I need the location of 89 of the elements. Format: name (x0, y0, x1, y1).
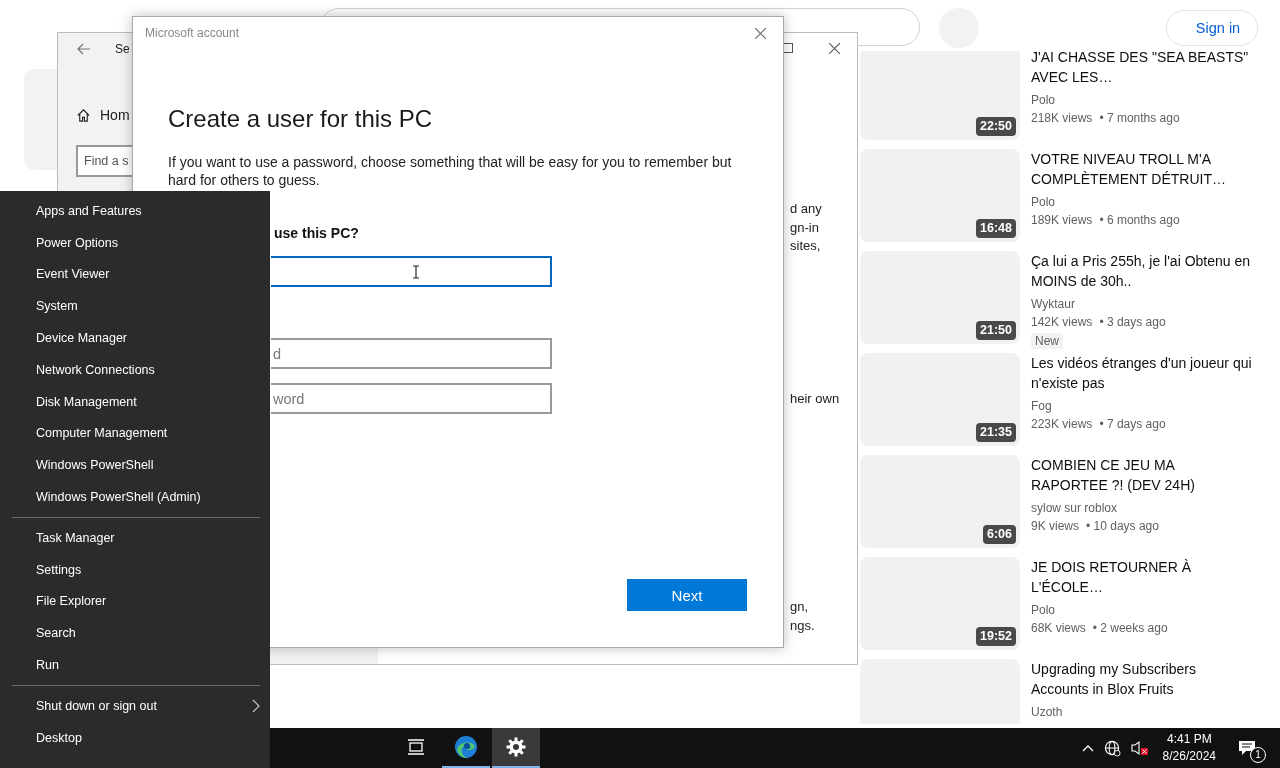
upload-age: • 7 months ago (1099, 110, 1180, 127)
next-button[interactable]: Next (627, 579, 747, 611)
view-count: 189K views (1031, 212, 1093, 229)
menu-item[interactable]: Shut down or sign out (0, 689, 270, 722)
menu-item[interactable]: Computer Management (0, 417, 270, 450)
browser-icon (454, 735, 478, 759)
duration-label: 21:35 (976, 423, 1016, 442)
menu-item[interactable]: System (0, 290, 270, 323)
field-label: use this PC? (273, 224, 360, 243)
menu-item[interactable]: Task Manager (0, 521, 270, 554)
channel-name[interactable]: Uzoth (1031, 703, 1063, 721)
menu-item[interactable]: Device Manager (0, 322, 270, 354)
video-thumbnail[interactable]: 6:06 (860, 455, 1020, 548)
video-title[interactable]: COMBIEN CE JEU MA RAPORTEE ?! (DEV 24H) (1031, 455, 1253, 495)
video-thumbnail[interactable]: 21:50 (860, 251, 1020, 344)
video-thumbnail[interactable]: 21:35 (860, 353, 1020, 446)
video-title[interactable]: JE DOIS RETOURNER À L'ÉCOLE… (1031, 557, 1253, 597)
new-tag: New (1031, 333, 1063, 349)
upload-age: • 2 weeks ago (1092, 620, 1168, 637)
close-icon[interactable] (755, 27, 766, 39)
upload-age: • 10 days ago (1086, 518, 1159, 535)
task-view-icon (407, 739, 425, 755)
menu-item[interactable]: Search (0, 617, 270, 650)
upload-age: • 6 months ago (1099, 212, 1180, 229)
menu-item[interactable]: Event Viewer (0, 258, 270, 291)
back-arrow-icon[interactable] (77, 43, 91, 55)
channel-name[interactable]: Wyktaur (1031, 295, 1075, 313)
view-count: 142K views (1031, 314, 1093, 331)
view-count: 68K views (1031, 620, 1086, 637)
notification-icon[interactable] (1238, 740, 1256, 756)
description-text: heir own (790, 389, 840, 408)
menu-item[interactable]: Power Options (0, 226, 270, 259)
globe-icon[interactable] (1103, 739, 1121, 757)
menu-item[interactable]: Network Connections (0, 354, 270, 386)
channel-name[interactable]: Polo (1031, 193, 1056, 211)
gear-icon (506, 737, 526, 757)
description-text: gn-in (790, 218, 820, 237)
menu-item[interactable]: Desktop (0, 721, 270, 754)
video-title[interactable]: VOTRE NIVEAU TROLL M'A COMPLÈTEMENT DÉTRUIT… (1031, 149, 1253, 189)
video-title[interactable]: J'AI CHASSE DES "SEA BEASTS" AVEC LES… (1031, 47, 1253, 87)
menu-item[interactable]: Settings (0, 553, 270, 586)
duration-label: 21:50 (976, 321, 1016, 340)
description-text: d any (790, 200, 823, 218)
input-field[interactable]: d (271, 338, 552, 369)
menu-item[interactable]: Apps and Features (0, 195, 270, 227)
close-icon[interactable] (829, 43, 840, 54)
clock-time[interactable]: 4:41 PM (1166, 731, 1212, 748)
dialog-heading: Create a user for this PC (168, 104, 434, 134)
menu-item[interactable]: Windows PowerShell (Admin) (0, 481, 270, 513)
video-title[interactable]: Ça lui a Pris 255h, je l'ai Obtenu en MOINS de 30h.. (1031, 251, 1253, 291)
menu-item[interactable]: Disk Management (0, 385, 270, 418)
search-field[interactable]: Find a s (76, 145, 133, 177)
settings-taskbar-button[interactable] (492, 728, 540, 768)
channel-name[interactable]: Polo (1031, 91, 1056, 109)
muted-speaker-icon[interactable] (1130, 740, 1149, 756)
menu-item[interactable]: Windows PowerShell (0, 449, 270, 482)
menu-item[interactable]: File Explorer (0, 585, 270, 618)
description-text: ngs. (790, 616, 816, 635)
description-text: gn, (790, 598, 810, 616)
video-title[interactable]: Upgrading my Subscribers Accounts in Blox Fruits (1031, 659, 1253, 699)
instruction-text: If you want to use a password, choose something that will be easy for you to remember but hard for others to guess. (168, 153, 733, 189)
duration-label: 16:48 (976, 219, 1016, 238)
duration-label: 6:06 (982, 525, 1016, 544)
input-field[interactable]: word (271, 383, 552, 414)
upload-age: • 3 days ago (1099, 314, 1166, 331)
home-icon[interactable] (76, 107, 91, 123)
duration-label: 19:52 (976, 627, 1016, 646)
upload-age: • 7 days ago (1099, 416, 1166, 433)
dialog-title: Microsoft account (145, 26, 240, 40)
view-count: 218K views (1031, 110, 1093, 127)
notification-count: 1 (1250, 747, 1266, 763)
video-thumbnail[interactable]: 19:52 (860, 557, 1020, 650)
sign-in-button[interactable]: Sign in (1166, 10, 1258, 46)
view-count: 223K views (1031, 416, 1093, 433)
channel-name[interactable]: Fog (1031, 397, 1052, 415)
home-link[interactable]: Hom (100, 107, 130, 123)
menu-item[interactable]: Run (0, 649, 270, 681)
description-text: sites, (790, 237, 822, 255)
input-field[interactable] (271, 256, 552, 287)
channel-name[interactable]: sylow sur roblox (1031, 499, 1118, 517)
text-cursor-icon (412, 265, 420, 279)
chevron-up-icon[interactable] (1081, 744, 1094, 752)
video-thumbnail[interactable]: 16:48 (860, 149, 1020, 242)
duration-label: 22:50 (976, 117, 1016, 136)
channel-name[interactable]: Polo (1031, 601, 1056, 619)
window-title: Se (115, 42, 130, 56)
video-title[interactable]: Les vidéos étranges d'un joueur qui n'existe pas (1031, 353, 1253, 393)
view-count: 9K views (1031, 518, 1080, 535)
clock-date[interactable]: 8/26/2024 (1162, 748, 1216, 765)
